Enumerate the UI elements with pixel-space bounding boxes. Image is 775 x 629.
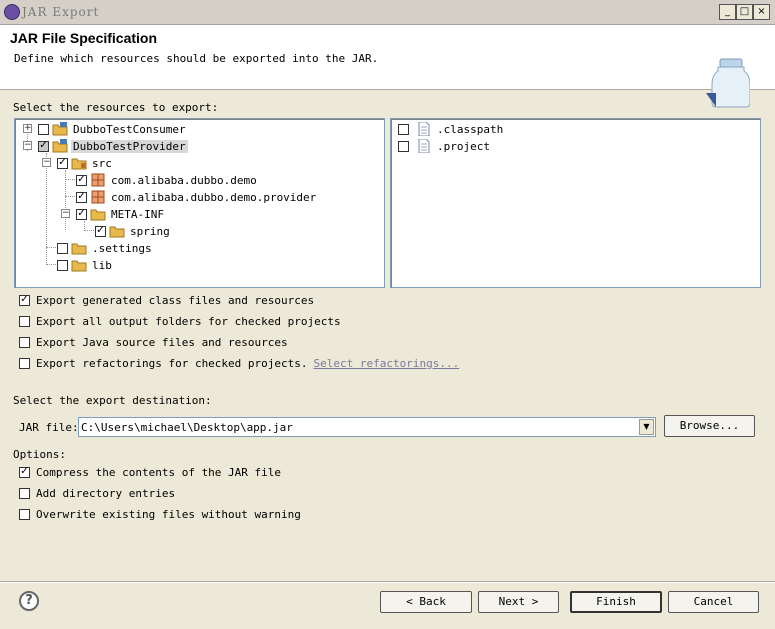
collapse-toggle[interactable]: − [23, 141, 32, 150]
checkbox[interactable] [19, 336, 30, 348]
resources-label: Select the resources to export: [13, 101, 219, 114]
option-label: Export all output folders for checked pr… [36, 314, 341, 328]
tree-item-settings[interactable]: .settings [57, 240, 154, 256]
minimize-button[interactable]: _ [719, 4, 736, 20]
project-tree[interactable]: + DubboTestConsumer − ✓ DubboTestProvide… [14, 118, 385, 288]
tree-item-dubbotestprovider[interactable]: ✓ DubboTestProvider [38, 138, 188, 154]
options-label: Options: [13, 448, 66, 461]
directory-entries-option[interactable]: Add directory entries [19, 486, 175, 500]
tree-checkbox[interactable] [57, 242, 68, 254]
option-label: Export Java source files and resources [36, 335, 288, 349]
tree-item-label: lib [92, 258, 112, 272]
next-button[interactable]: Next > [478, 591, 559, 613]
folder-icon [71, 243, 87, 255]
option-label: Add directory entries [36, 486, 176, 500]
tree-item-label: com.alibaba.dubbo.demo.provider [111, 190, 317, 204]
collapse-toggle[interactable]: − [61, 209, 70, 218]
checkbox[interactable]: ✓ [19, 466, 30, 478]
checkbox[interactable]: ✓ [19, 294, 30, 306]
help-icon[interactable]: ? [19, 591, 39, 611]
export-refactorings-option[interactable]: Export refactorings for checked projects… [19, 356, 459, 370]
back-button[interactable]: < Back [380, 591, 472, 613]
tree-item-dubbotestconsumer[interactable]: DubboTestConsumer [38, 121, 188, 137]
compress-option[interactable]: ✓ Compress the contents of the JAR file [19, 465, 281, 479]
package-icon [91, 173, 105, 187]
package-icon [91, 190, 105, 204]
tree-item-spring[interactable]: ✓ spring [95, 223, 172, 239]
source-folder-icon [71, 158, 87, 170]
file-item-classpath[interactable]: .classpath [398, 121, 505, 137]
select-refactorings-link[interactable]: Select refactorings... [314, 357, 460, 370]
tree-item-label: DubboTestProvider [71, 139, 188, 153]
finish-button[interactable]: Finish [570, 591, 662, 613]
tree-item-label: DubboTestConsumer [73, 122, 186, 136]
export-output-folders-option[interactable]: Export all output folders for checked pr… [19, 314, 341, 328]
browse-button[interactable]: Browse... [664, 415, 755, 437]
maximize-button[interactable]: □ [736, 4, 753, 20]
file-checkbox[interactable] [398, 140, 409, 152]
checkbox[interactable] [19, 508, 30, 520]
tree-checkbox[interactable]: ✓ [76, 208, 87, 220]
collapse-toggle[interactable]: − [42, 158, 51, 167]
jar-icon [706, 58, 750, 108]
project-icon [52, 139, 68, 153]
checkbox[interactable] [19, 315, 30, 327]
folder-icon [71, 260, 87, 272]
option-label: Compress the contents of the JAR file [36, 465, 282, 479]
tree-item-lib[interactable]: lib [57, 257, 114, 273]
tree-item-label: src [92, 156, 112, 170]
tree-checkbox[interactable]: ✓ [95, 225, 106, 237]
title-bar: JAR Export _ □ × [0, 0, 775, 25]
option-label: Export generated class files and resourc… [36, 293, 315, 307]
file-icon [418, 139, 430, 153]
wizard-header: JAR File Specification Define which reso… [0, 25, 775, 108]
page-title: JAR File Specification [10, 30, 158, 46]
tree-checkbox[interactable]: ✓ [76, 191, 87, 203]
file-list[interactable]: .classpath .project [390, 118, 761, 288]
option-label: Export refactorings for checked projects… [36, 356, 308, 370]
footer-separator [0, 581, 775, 583]
export-java-source-option[interactable]: Export Java source files and resources [19, 335, 288, 349]
tree-item-package-provider[interactable]: ✓ com.alibaba.dubbo.demo.provider [76, 189, 318, 205]
tree-item-src[interactable]: ✓ src [57, 155, 114, 171]
expand-toggle[interactable]: + [23, 124, 32, 133]
tree-checkbox[interactable]: ✓ [76, 174, 87, 186]
project-icon [52, 122, 68, 136]
jar-file-input[interactable] [81, 419, 637, 435]
cancel-button[interactable]: Cancel [668, 591, 759, 613]
file-item-label: .project [437, 139, 490, 153]
eclipse-icon [4, 4, 20, 20]
tree-checkbox-partial[interactable]: ✓ [38, 140, 49, 152]
checkbox[interactable] [19, 487, 30, 499]
dropdown-arrow-icon[interactable]: ▼ [639, 419, 654, 435]
close-button[interactable]: × [753, 4, 770, 20]
folder-icon [109, 226, 125, 238]
file-item-label: .classpath [437, 122, 504, 136]
overwrite-option[interactable]: Overwrite existing files without warning [19, 507, 301, 521]
jar-file-label: JAR file: [19, 421, 79, 434]
tree-checkbox[interactable] [38, 123, 49, 135]
tree-item-label: META-INF [111, 207, 164, 221]
tree-item-label: com.alibaba.dubbo.demo [111, 173, 257, 187]
jar-file-combo[interactable]: ▼ [78, 417, 656, 437]
folder-icon [90, 209, 106, 221]
window-title: JAR Export [22, 5, 100, 19]
tree-checkbox[interactable]: ✓ [57, 157, 68, 169]
tree-item-label: .settings [92, 241, 152, 255]
file-icon [418, 122, 430, 136]
tree-item-label: spring [130, 224, 170, 238]
file-checkbox[interactable] [398, 123, 409, 135]
file-item-project[interactable]: .project [398, 138, 492, 154]
option-label: Overwrite existing files without warning [36, 507, 301, 521]
destination-label: Select the export destination: [13, 394, 212, 407]
checkbox[interactable] [19, 357, 30, 369]
tree-item-package-demo[interactable]: ✓ com.alibaba.dubbo.demo [76, 172, 259, 188]
tree-checkbox[interactable] [57, 259, 68, 271]
tree-item-meta-inf[interactable]: ✓ META-INF [76, 206, 166, 222]
page-description: Define which resources should be exporte… [14, 52, 379, 65]
export-class-files-option[interactable]: ✓ Export generated class files and resou… [19, 293, 314, 307]
